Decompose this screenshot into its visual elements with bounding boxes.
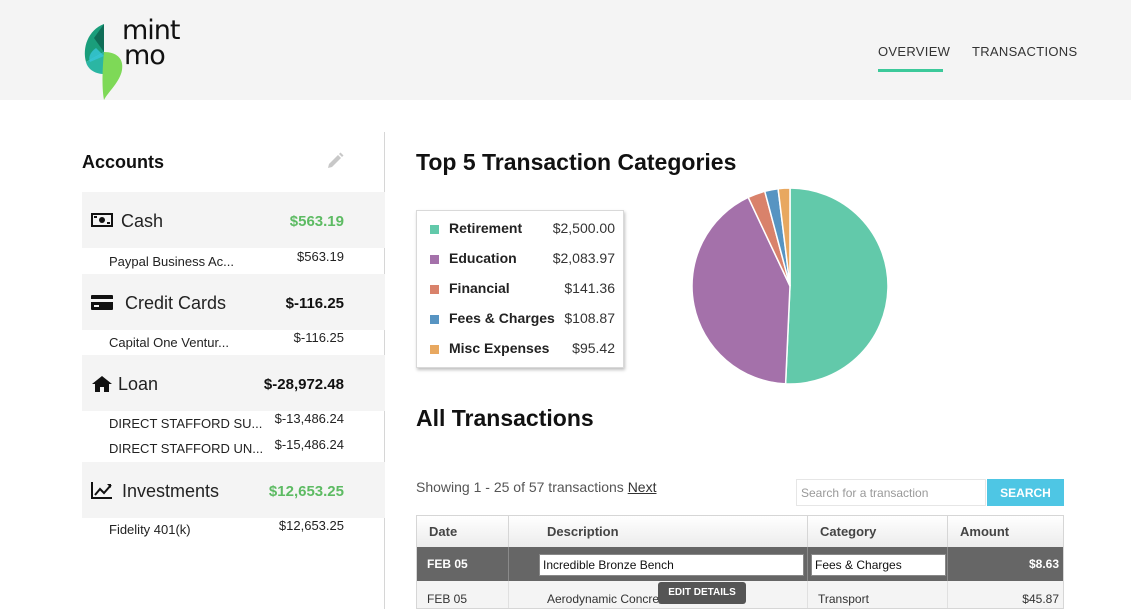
- legend-swatch: [430, 315, 439, 324]
- account-item-name[interactable]: Fidelity 401(k): [109, 522, 191, 537]
- account-item-amount: $-13,486.24: [274, 411, 344, 426]
- cell-amount: $8.63: [1028, 557, 1059, 571]
- showing-text: Showing 1 - 25 of 57 transactions: [416, 479, 624, 495]
- legend-value: $95.42: [572, 340, 615, 356]
- line-chart-icon: [91, 482, 112, 499]
- account-group-total: $563.19: [289, 213, 344, 230]
- legend-item: Education $2,083.97: [417, 242, 623, 272]
- nav-transactions[interactable]: TRANSACTIONS: [972, 44, 1077, 59]
- nav-overview[interactable]: OVERVIEW: [878, 44, 950, 59]
- legend-value: $141.36: [564, 280, 615, 296]
- account-item-name[interactable]: DIRECT STAFFORD UN...: [109, 441, 263, 456]
- column-header-amount[interactable]: Amount: [948, 516, 1063, 547]
- logo-wordmark: mint mo: [122, 17, 181, 71]
- account-item-amount: $563.19: [297, 249, 344, 264]
- home-icon: [92, 376, 112, 392]
- legend-label: Misc Expenses: [449, 340, 550, 356]
- legend-value: $2,083.97: [552, 250, 615, 266]
- account-group-name: Cash: [121, 211, 164, 231]
- column-header-description[interactable]: Description: [509, 516, 808, 547]
- column-header-date[interactable]: Date: [417, 516, 509, 547]
- cell-amount: $45.87: [1022, 592, 1059, 606]
- legend-label: Retirement: [449, 220, 523, 236]
- account-item-amount: $12,653.25: [278, 518, 344, 533]
- legend-label: Education: [449, 250, 517, 266]
- category-edit-field[interactable]: Fees & Charges: [811, 554, 946, 576]
- legend-item: Financial $141.36: [417, 272, 623, 302]
- categories-title: Top 5 Transaction Categories: [416, 149, 737, 175]
- account-group-total: $-116.25: [285, 295, 344, 312]
- search-button[interactable]: SEARCH: [987, 479, 1064, 506]
- pencil-icon[interactable]: [325, 151, 345, 176]
- legend-item: Retirement $2,500.00: [417, 212, 623, 242]
- money-icon: [91, 213, 113, 227]
- legend-swatch: [430, 285, 439, 294]
- credit-card-icon: [91, 295, 113, 310]
- legend-value: $2,500.00: [552, 220, 615, 236]
- header: mint mo OVERVIEW TRANSACTIONS: [0, 0, 1131, 100]
- account-group-cash[interactable]: Cash $563.19: [82, 192, 385, 248]
- legend-label: Fees & Charges: [449, 310, 555, 326]
- account-item-amount: $-116.25: [293, 330, 344, 345]
- category-pie-chart[interactable]: [690, 186, 890, 386]
- description-edit-field[interactable]: Incredible Bronze Bench: [539, 554, 804, 576]
- legend-swatch: [430, 255, 439, 264]
- nav-active-underline: [878, 69, 943, 72]
- account-group-name: Credit Cards: [125, 293, 227, 313]
- legend-value: $108.87: [564, 310, 615, 326]
- legend-item: Misc Expenses $95.42: [417, 332, 623, 362]
- table-row-selected[interactable]: FEB 05 Incredible Bronze Bench Fees & Ch…: [417, 547, 1063, 581]
- account-item-name[interactable]: Paypal Business Ac...: [109, 254, 234, 269]
- account-group-total: $12,653.25: [268, 483, 344, 500]
- legend-swatch: [430, 225, 439, 234]
- edit-details-button[interactable]: EDIT DETAILS: [658, 582, 746, 604]
- account-group-name: Loan: [118, 374, 159, 394]
- transactions-title: All Transactions: [416, 405, 594, 431]
- legend-item: Fees & Charges $108.87: [417, 302, 623, 332]
- cell-date: FEB 05: [417, 547, 509, 581]
- legend-label: Financial: [449, 280, 510, 296]
- account-group-credit-cards[interactable]: Credit Cards $-116.25: [82, 274, 385, 330]
- cell-description: Incredible Bronze Bench: [509, 547, 808, 581]
- account-group-total: $-28,972.48: [263, 376, 344, 393]
- account-item-name[interactable]: Capital One Ventur...: [109, 335, 229, 350]
- legend-swatch: [430, 345, 439, 354]
- account-item-amount: $-15,486.24: [274, 437, 344, 452]
- cell-category: Transport: [808, 581, 948, 608]
- accounts-title: Accounts: [82, 152, 165, 172]
- column-header-category[interactable]: Category: [808, 516, 948, 547]
- leaf-logo-icon: [84, 24, 123, 100]
- pie-slice-retirement[interactable]: [784, 187, 889, 385]
- logo-line-2: mo: [124, 40, 166, 71]
- mintmo-logo[interactable]: mint mo: [82, 17, 182, 102]
- cell-date: FEB 05: [417, 581, 509, 608]
- account-group-investments[interactable]: Investments $12,653.25: [82, 462, 385, 518]
- chart-legend: Retirement $2,500.00 Education $2,083.97…: [416, 210, 624, 368]
- pagination-info: Showing 1 - 25 of 57 transactions Next: [416, 479, 656, 495]
- accounts-sidebar: Accounts Cash $563.19 Paypal Business Ac…: [82, 130, 385, 609]
- search-input[interactable]: [796, 479, 986, 506]
- cell-category: Fees & Charges: [808, 547, 948, 581]
- account-item-name[interactable]: DIRECT STAFFORD SU...: [109, 416, 262, 431]
- account-group-loan[interactable]: Loan $-28,972.48: [82, 355, 385, 411]
- next-page-link[interactable]: Next: [628, 479, 657, 495]
- account-group-name: Investments: [122, 481, 220, 501]
